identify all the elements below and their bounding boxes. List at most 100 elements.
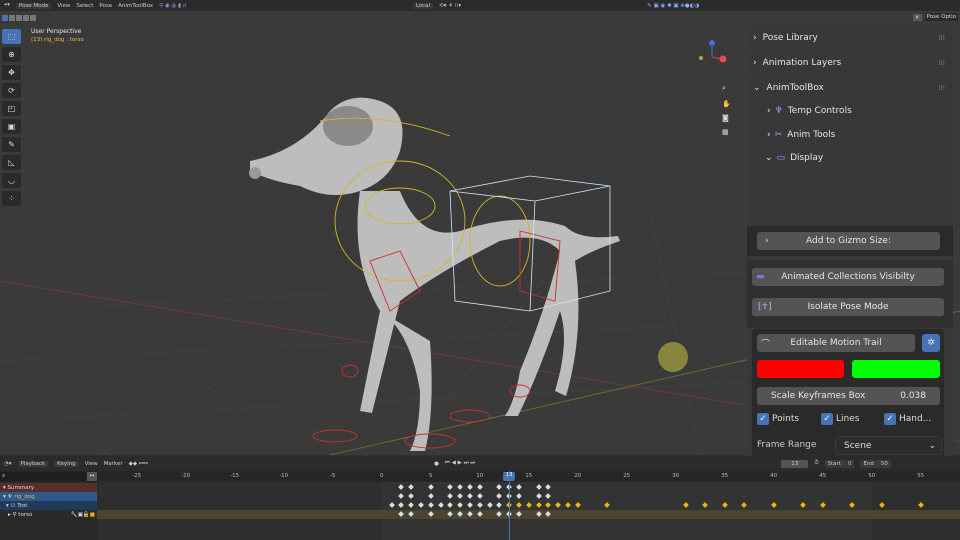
channel-toggles[interactable]: 🔧▣🔓■: [71, 512, 95, 518]
svg-text:⌕: ⌕: [722, 84, 726, 92]
start-frame-field[interactable]: Start 0: [824, 459, 855, 468]
panel-label: Animation Layers: [762, 58, 842, 68]
panel-label: Pose Library: [762, 33, 818, 43]
select-box-icon[interactable]: ⬚: [2, 29, 21, 44]
playback-controls[interactable]: ⏮ ◀ ▶ ⏭ ⏭: [445, 460, 475, 467]
timeline-header: ◔▾ Playback Keying View Marker ◆◆ ⚯⚯ ● ⏮…: [0, 456, 960, 471]
editable-motion-trail-button[interactable]: ⌒ Editable Motion Trail: [757, 334, 915, 352]
rotate-icon[interactable]: ⟳: [2, 83, 21, 98]
start-label: Start: [827, 460, 841, 467]
stopwatch-icon[interactable]: ⏱: [814, 460, 818, 467]
close-icon[interactable]: ×: [912, 13, 922, 21]
lines-checkbox[interactable]: ✓ Lines: [821, 413, 859, 425]
tick-label: -15: [230, 473, 240, 479]
menu-select[interactable]: Select: [76, 3, 93, 9]
editor-type-icon[interactable]: ⌖▾: [4, 2, 10, 9]
channel-search-input[interactable]: ⌕: [0, 472, 86, 481]
menu-pose[interactable]: Pose: [99, 3, 112, 9]
svg-text:✋: ✋: [722, 99, 731, 108]
playhead-frame-label[interactable]: 13: [503, 472, 516, 481]
dope-sheet[interactable]: ▾ Summary ▾ ♆ rig_dog ▾ ⚇ Trot ▸ ⚲ torso…: [0, 471, 960, 540]
action-icon: ▾ ⚇: [6, 502, 18, 509]
button-label: Animated Collections Visibilty: [781, 272, 915, 282]
subpanel-display[interactable]: ⌄ ▭ Display: [747, 146, 953, 169]
marker-menu[interactable]: Marker: [104, 461, 123, 467]
panel-animtoolbox: ⌄ AnimToolBox ⁞⁞⁞ › ♆ Temp Controls › ✂ Anim T…: [747, 77, 953, 477]
subpanel-anim-tools[interactable]: › ✂ Anim Tools: [747, 123, 953, 146]
relax-icon[interactable]: ◡: [2, 173, 21, 188]
keying-menu[interactable]: Keying: [54, 460, 79, 467]
channel-torso[interactable]: ▸ ⚲ torso 🔧▣🔓■: [0, 510, 97, 519]
field-label: Scale Keyframes Box: [771, 391, 866, 401]
channel-trot[interactable]: ▾ ⚇ Trot: [0, 501, 97, 510]
isolate-icon: ⁅☥⁆: [758, 302, 772, 312]
tick-label: 0: [379, 473, 384, 479]
editor-type-icon[interactable]: ◔▾: [4, 461, 12, 467]
checkbox-label: Lines: [836, 414, 860, 424]
animated-collections-button[interactable]: ▬ Animated Collections Visibilty: [752, 268, 944, 286]
animtoolbox-header[interactable]: ⌄ AnimToolBox ⁞⁞⁞: [747, 77, 953, 99]
view-menu[interactable]: View: [85, 461, 98, 467]
subpanel-label: Temp Controls: [787, 106, 852, 116]
viewport-shading-icons[interactable]: ✎ ▣ ◉ ✱ ▣ ⊕●◐◑: [647, 3, 699, 9]
current-frame-field[interactable]: 13: [781, 459, 809, 468]
svg-text:◙: ◙: [722, 114, 729, 122]
timeline-ruler[interactable]: ⌕ ↔ -25 -20 -15 -10 -5 0 5 10 15 20 25 30 35 40 45 50 55: [0, 471, 960, 540]
tool-shelf: ⬚ ⊕ ✥ ⟳ ◰ ▣ ✎ ◺ ◡ ⁘: [2, 29, 22, 209]
annotate-icon[interactable]: ✎: [2, 137, 21, 152]
panel-animation-layers[interactable]: › Animation Layers ⁞⁞⁞: [747, 52, 953, 74]
scale-keyframes-box-field[interactable]: Scale Keyframes Box 0.038: [757, 387, 940, 405]
display-icon: ▭: [776, 152, 786, 163]
search-icon: ⌕: [2, 472, 6, 479]
tick-label: 30: [672, 473, 680, 479]
playhead[interactable]: [509, 471, 511, 540]
mode-dropdown[interactable]: Pose Mode: [15, 2, 52, 9]
sidebar-panel: › Pose Library ⁞⁞⁞ › Animation Layers ⁞⁞⁞ ⌄ A…: [747, 27, 953, 477]
keyframe-nav-icons[interactable]: ◆◆ ⚯⚯: [129, 461, 148, 467]
collection-icon: ▬: [756, 272, 765, 282]
pivot-icon[interactable]: ⟲▾ ⚘ ⁞⁞▾: [439, 3, 461, 9]
sync-icon[interactable]: ↔: [87, 472, 97, 481]
frame-range-dropdown[interactable]: Scene ⌄: [835, 436, 942, 455]
cursor-highlight: [658, 342, 688, 372]
color-swatch-a[interactable]: [757, 360, 844, 378]
channel-label: torso: [18, 511, 33, 518]
subpanel-temp-controls[interactable]: › ♆ Temp Controls: [747, 99, 953, 123]
temp-controls-icon: ♆: [774, 106, 783, 116]
record-button[interactable]: ●: [434, 461, 439, 467]
checkbox-label: Hand...: [899, 414, 932, 424]
start-value: 0: [847, 460, 852, 467]
orientation-dropdown[interactable]: Local: [412, 2, 434, 9]
scale-icon[interactable]: ◰: [2, 101, 21, 116]
chevron-down-icon: ⌄: [928, 440, 936, 451]
animtoolbox-icons[interactable]: ⚲ ◉ ◍ ▮ ∩: [159, 3, 187, 9]
navigation-gizmo: [699, 40, 727, 63]
channel-rig-dog[interactable]: ▾ ♆ rig_dog: [0, 492, 97, 501]
panel-pose-library[interactable]: › Pose Library ⁞⁞⁞: [747, 27, 953, 49]
viewport-title: User Perspective: [31, 28, 82, 35]
menu-view[interactable]: View: [57, 3, 70, 9]
menu-animtoolbox[interactable]: AnimToolBox: [118, 3, 153, 9]
select-mode-buttons[interactable]: [2, 15, 36, 21]
tick-label: 40: [770, 473, 778, 479]
isolate-pose-mode-button[interactable]: ⁅☥⁆ Isolate Pose Mode: [752, 298, 944, 316]
dog-mesh: [249, 97, 620, 451]
end-frame-field[interactable]: End 50: [860, 459, 891, 468]
channel-summary[interactable]: ▾ Summary: [0, 483, 97, 492]
cursor-icon[interactable]: ⊕: [2, 47, 21, 62]
push-pose-icon[interactable]: ⁘: [2, 191, 21, 206]
transform-icon[interactable]: ▣: [2, 119, 21, 134]
tick-label: 50: [868, 473, 876, 479]
move-icon[interactable]: ✥: [2, 65, 21, 80]
pose-options-button[interactable]: Pose Optio: [924, 13, 958, 21]
color-swatch-b[interactable]: [852, 360, 940, 378]
motion-trail-settings-button[interactable]: ✲: [922, 334, 940, 352]
handles-checkbox[interactable]: ✓ Hand...: [884, 413, 931, 425]
points-checkbox[interactable]: ✓ Points: [757, 413, 799, 425]
add-gizmo-size-button[interactable]: › Add to Gizmo Size:: [757, 232, 940, 250]
playback-menu[interactable]: Playback: [17, 460, 49, 467]
tick-label: 35: [721, 473, 729, 479]
dropdown-value: Scene: [844, 440, 872, 451]
tick-label: -20: [181, 473, 191, 479]
measure-icon[interactable]: ◺: [2, 155, 21, 170]
